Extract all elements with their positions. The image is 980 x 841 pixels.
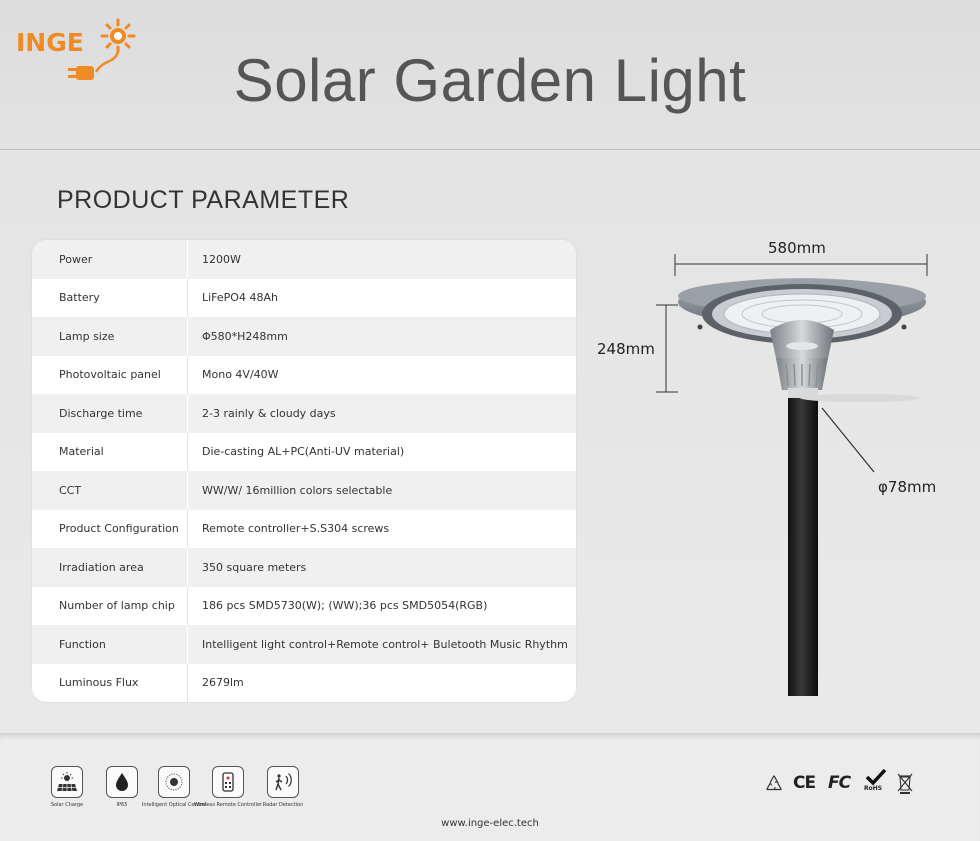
remote-control-icon <box>212 766 244 798</box>
param-name: Product Configuration <box>32 509 188 548</box>
height-dimension-line <box>656 304 678 393</box>
website-url[interactable]: www.inge-elec.tech <box>0 818 980 829</box>
table-row: Function Intelligent light control+Remot… <box>32 625 576 664</box>
page-title: Solar Garden Light <box>233 47 747 114</box>
parameter-table: Power 1200W Battery LiFePO4 48Ah Lamp si… <box>32 240 576 702</box>
fcc-mark-icon: FC <box>828 773 851 793</box>
rohs-mark-icon: RoHS <box>864 769 892 795</box>
param-name: Material <box>32 432 188 471</box>
rohs-text: RoHS <box>864 785 883 792</box>
param-value: 2679lm <box>202 676 244 690</box>
param-value: 1200W <box>202 252 241 266</box>
pole-leader-line <box>821 407 875 473</box>
param-name: Photovoltaic panel <box>32 355 188 394</box>
param-name: Irradiation area <box>32 548 188 587</box>
table-row: Irradiation area 350 square meters <box>32 548 576 587</box>
table-row: CCT WW/W/ 16million colors selectable <box>32 471 576 510</box>
table-row: Discharge time 2-3 rainly & cloudy days <box>32 394 576 433</box>
table-row: Luminous Flux 2679lm <box>32 663 576 702</box>
optical-sensor-icon <box>158 766 190 798</box>
param-value: LiFePO4 48Ah <box>202 291 278 305</box>
param-value: Die-casting AL+PC(Anti-UV material) <box>202 445 405 459</box>
param-name: Lamp size <box>32 317 188 356</box>
water-drop-icon <box>106 766 138 798</box>
height-label: 248mm <box>597 340 655 358</box>
param-name: CCT <box>32 471 188 510</box>
solar-charge-icon <box>51 766 83 798</box>
table-row: Power 1200W <box>32 240 576 279</box>
table-row: Lamp size Φ580*H248mm <box>32 317 576 356</box>
width-dimension-line <box>674 254 928 276</box>
table-row: Battery LiFePO4 48Ah <box>32 278 576 317</box>
table-row: Number of lamp chip 186 pcs SMD5730(W); … <box>32 586 576 625</box>
param-name: Power <box>32 240 188 279</box>
feature-radar-detection: Radar Detection <box>248 766 318 808</box>
table-row: Product Configuration Remote controller+… <box>32 509 576 548</box>
param-name: Function <box>32 625 188 664</box>
width-label: 580mm <box>768 239 826 257</box>
param-value: 186 pcs SMD5730(W); (WW);36 pcs SMD5054(… <box>202 599 488 613</box>
pole-diameter-label: φ78mm <box>878 478 937 496</box>
param-value: 350 square meters <box>202 560 307 574</box>
param-value: Intelligent light control+Remote control… <box>202 637 568 651</box>
param-value: 2-3 rainly & cloudy days <box>202 406 336 420</box>
param-value: Mono 4V/40W <box>202 368 279 382</box>
param-value: Remote controller+S.S304 screws <box>202 522 390 536</box>
section-title: PRODUCT PARAMETER <box>57 186 350 214</box>
radar-detection-icon <box>267 766 299 798</box>
param-name: Battery <box>32 278 188 317</box>
param-value: WW/W/ 16million colors selectable <box>202 483 393 497</box>
table-row: Material Die-casting AL+PC(Anti-UV mater… <box>32 432 576 471</box>
param-name: Discharge time <box>32 394 188 433</box>
weee-bin-icon <box>897 773 913 794</box>
feature-label: Radar Detection <box>262 802 304 808</box>
table-row: Photovoltaic panel Mono 4V/40W <box>32 355 576 394</box>
recycle-icon <box>766 775 782 791</box>
param-value: Φ580*H248mm <box>202 329 288 343</box>
param-name: Luminous Flux <box>32 663 188 702</box>
pole <box>788 398 818 696</box>
lamp-illustration <box>656 254 928 696</box>
ce-mark-icon: CE <box>793 773 816 793</box>
param-name: Number of lamp chip <box>32 586 188 625</box>
